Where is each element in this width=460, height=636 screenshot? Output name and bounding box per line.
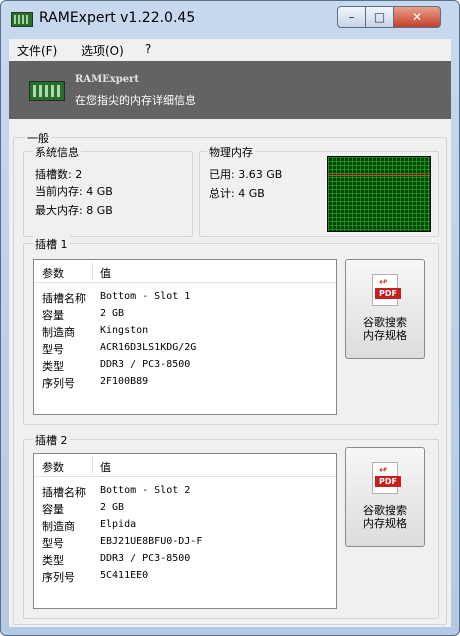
slot1-label: 插槽 1: [33, 236, 70, 252]
row-value: ACR16D3LS1KDG/2G: [100, 342, 197, 353]
menu-help[interactable]: ?: [145, 42, 151, 56]
row-key: 型号: [42, 343, 64, 356]
current-memory: 当前内存: 4 GB: [35, 185, 113, 198]
row-value: Bottom - Slot 1: [100, 291, 191, 302]
button-label-line1: 谷歌搜索: [363, 316, 407, 329]
row-value: 2 GB: [100, 502, 125, 513]
button-label: 谷歌搜索 内存规格: [346, 504, 424, 530]
row-value: Kingston: [100, 325, 149, 336]
slot2-label: 插槽 2: [33, 432, 70, 448]
button-label: 谷歌搜索 内存规格: [346, 316, 424, 342]
client-area: RAMExpert 在您指尖的内存详细信息 一般 系统信息 插槽数: 2 当前内…: [9, 61, 451, 627]
row-key: 插槽名称: [42, 486, 86, 499]
graph-grid: [328, 157, 430, 231]
column-value[interactable]: 值: [100, 459, 111, 475]
column-value[interactable]: 值: [100, 265, 111, 281]
menu-file[interactable]: 文件(F): [17, 42, 57, 59]
app-window: RAMExpert v1.22.0.45 – □ ✕ 文件(F) 选项(O) ?…: [0, 0, 460, 636]
minimize-button[interactable]: –: [337, 6, 366, 28]
maximize-button[interactable]: □: [365, 6, 394, 28]
button-label-line2: 内存规格: [363, 329, 407, 342]
row-key: 容量: [42, 503, 64, 516]
physical-memory-label: 物理内存: [207, 144, 255, 160]
menu-bar: 文件(F) 选项(O) ?: [9, 39, 451, 62]
ram-module-icon: [11, 12, 33, 27]
list-header: 参数 值: [34, 454, 336, 477]
banner-subtitle: 在您指尖的内存详细信息: [75, 94, 196, 107]
button-label-line1: 谷歌搜索: [363, 504, 407, 517]
row-key: 型号: [42, 537, 64, 550]
button-label-line2: 内存规格: [363, 517, 407, 530]
slot2-details-list[interactable]: 参数 值 插槽名称 Bottom - Slot 2 容量 2 GB 制造商 El…: [33, 453, 337, 609]
row-key: 类型: [42, 360, 64, 373]
memory-usage-graph: [327, 156, 431, 232]
row-key: 容量: [42, 309, 64, 322]
title-bar[interactable]: RAMExpert v1.22.0.45 – □ ✕: [1, 1, 459, 37]
row-value: DDR3 / PC3-8500: [100, 359, 191, 370]
row-key: 制造商: [42, 326, 75, 339]
pdf-badge: PDF: [375, 288, 401, 299]
row-value: 2 GB: [100, 308, 125, 319]
pdf-document-icon: ↫ PDF: [372, 462, 401, 494]
column-param[interactable]: 参数: [42, 459, 64, 475]
memory-usage-line: [328, 175, 430, 176]
slot-count: 插槽数: 2: [35, 168, 83, 181]
row-value: Elpida: [100, 519, 137, 530]
used-memory: 已用: 3.63 GB: [209, 168, 283, 181]
banner: RAMExpert 在您指尖的内存详细信息: [9, 61, 451, 119]
row-value: Bottom - Slot 2: [100, 485, 191, 496]
row-key: 类型: [42, 554, 64, 567]
slot1-google-spec-button[interactable]: ↫ PDF 谷歌搜索 内存规格: [345, 259, 425, 359]
row-key: 序列号: [42, 571, 75, 584]
slot1-details-list[interactable]: 参数 值 插槽名称 Bottom - Slot 1 容量 2 GB 制造商 Ki…: [33, 259, 337, 415]
list-header: 参数 值: [34, 260, 336, 283]
banner-title: RAMExpert: [75, 74, 139, 85]
row-key: 插槽名称: [42, 292, 86, 305]
row-value: 2F100B89: [100, 376, 149, 387]
row-value: DDR3 / PC3-8500: [100, 553, 191, 564]
close-button[interactable]: ✕: [393, 6, 441, 28]
row-value: 5C411EE0: [100, 570, 149, 581]
system-info-label: 系统信息: [33, 144, 81, 160]
ram-module-icon: [29, 81, 65, 101]
window-title: RAMExpert v1.22.0.45: [39, 10, 196, 26]
total-memory: 总计: 4 GB: [209, 187, 265, 200]
row-value: EBJ21UE8BFU0-DJ-F: [100, 536, 203, 547]
row-key: 制造商: [42, 520, 75, 533]
column-param[interactable]: 参数: [42, 265, 64, 281]
pdf-badge: PDF: [375, 476, 401, 487]
max-memory: 最大内存: 8 GB: [35, 204, 113, 217]
row-key: 序列号: [42, 377, 75, 390]
pdf-document-icon: ↫ PDF: [372, 274, 401, 306]
menu-options[interactable]: 选项(O): [81, 42, 124, 59]
slot2-google-spec-button[interactable]: ↫ PDF 谷歌搜索 内存规格: [345, 447, 425, 547]
